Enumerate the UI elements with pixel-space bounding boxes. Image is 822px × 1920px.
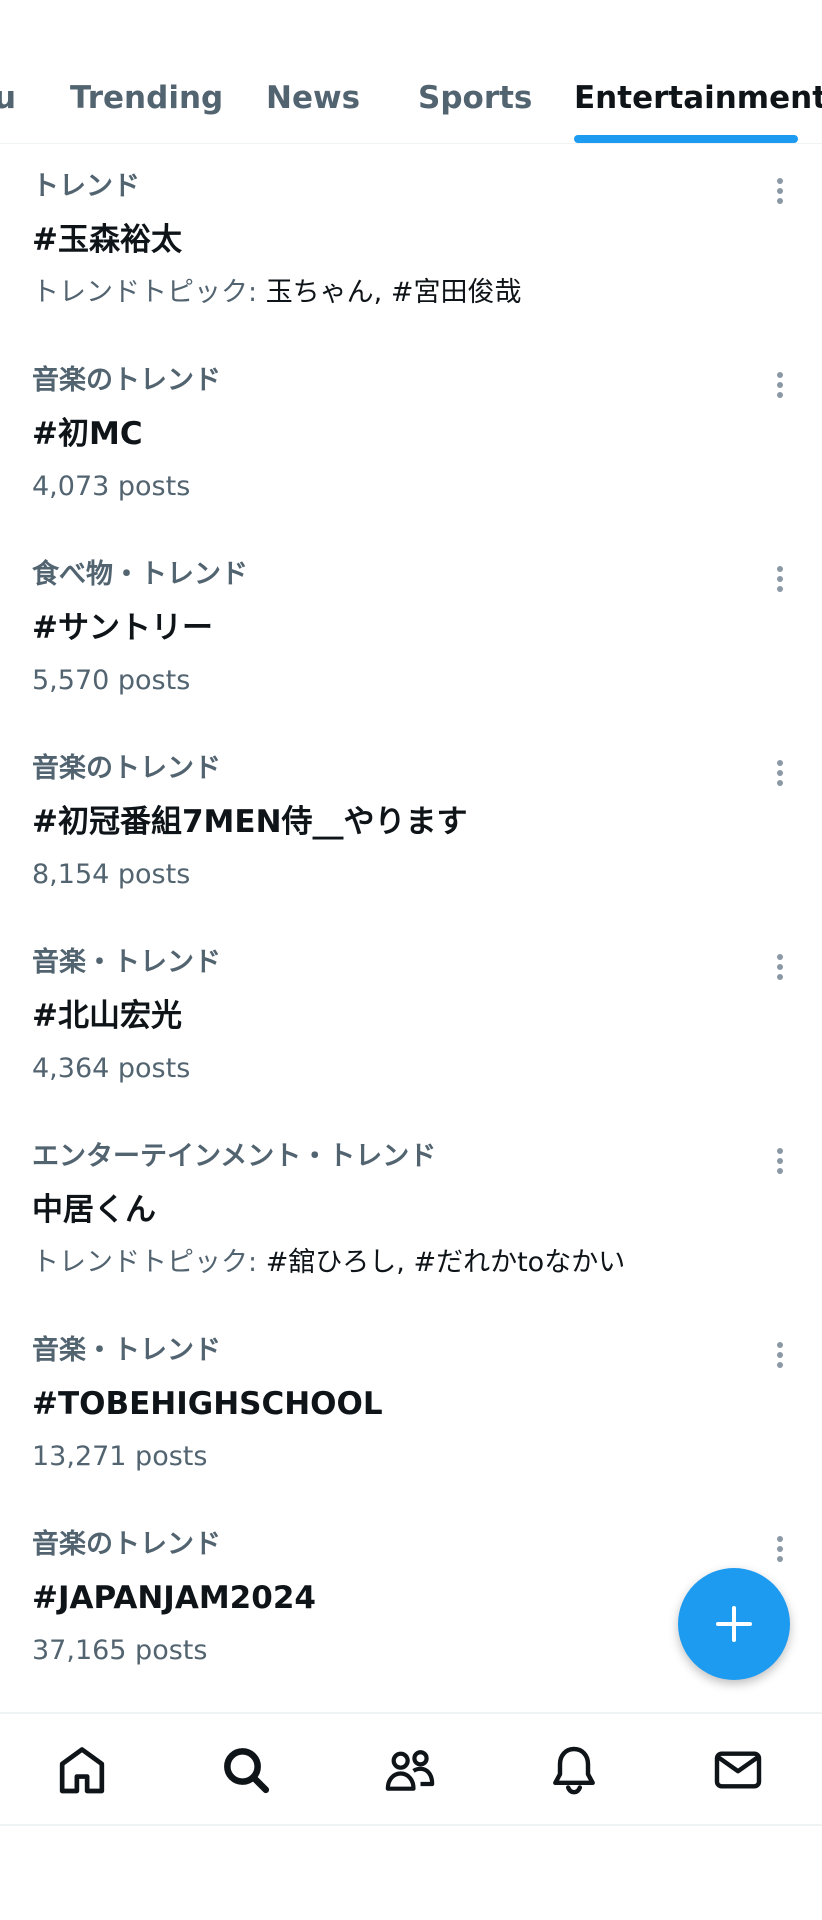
trend-context: エンターテインメント・トレンド	[32, 1141, 437, 1172]
trend-post-count: 13,271 posts	[32, 1441, 208, 1472]
trend-post-count: 8,154 posts	[32, 859, 191, 890]
communities-icon	[385, 1750, 435, 1791]
trend-item[interactable]: 食べ物・トレンド #サントリー 5,570 posts	[0, 558, 822, 708]
trend-context: 音楽のトレンド	[32, 365, 221, 396]
trend-context: トレンド	[32, 171, 140, 202]
trend-name: #サントリー	[32, 610, 213, 646]
trend-name: #玉森裕太	[32, 222, 182, 258]
trend-name: #北山宏光	[32, 998, 182, 1034]
trend-post-count: 5,570 posts	[32, 665, 191, 696]
trend-item[interactable]: 音楽のトレンド #初冠番組7MEN侍__やります 8,154 posts	[0, 752, 822, 902]
trend-post-count: 4,073 posts	[32, 471, 191, 502]
nav-explore[interactable]	[218, 1742, 274, 1798]
mail-icon	[714, 1751, 762, 1789]
active-tab-indicator	[574, 135, 798, 143]
trend-name: #初MC	[32, 416, 143, 452]
trend-meta: トレンドトピック: 玉ちゃん, #宮田俊哉	[32, 276, 521, 310]
trend-post-count: 4,364 posts	[32, 1053, 191, 1084]
nav-home[interactable]	[54, 1742, 110, 1798]
more-options-icon[interactable]	[770, 560, 790, 594]
trend-item[interactable]: 音楽・トレンド #TOBEHIGHSCHOOL 13,271 posts	[0, 1334, 822, 1484]
more-options-icon[interactable]	[770, 754, 790, 788]
trend-name: 中居くん	[32, 1192, 156, 1228]
tab-trending[interactable]: Trending	[70, 78, 223, 118]
bell-icon	[553, 1746, 595, 1795]
more-options-icon[interactable]	[770, 366, 790, 400]
search-icon	[224, 1748, 270, 1794]
bottom-navigation	[0, 1712, 822, 1826]
trend-context: 食べ物・トレンド	[32, 559, 248, 590]
nav-communities[interactable]	[382, 1742, 438, 1798]
trend-topics: 玉ちゃん, #宮田俊哉	[265, 277, 522, 308]
trend-topics-label: トレンドトピック:	[32, 1247, 266, 1278]
tab-partial[interactable]: u	[0, 78, 16, 118]
home-icon	[59, 1747, 105, 1794]
trend-item[interactable]: 音楽のトレンド #初MC 4,073 posts	[0, 364, 822, 514]
more-options-icon[interactable]	[770, 1142, 790, 1176]
trend-post-count: 37,165 posts	[32, 1635, 208, 1666]
trend-context: 音楽・トレンド	[32, 1335, 221, 1366]
tab-news[interactable]: News	[266, 78, 360, 118]
trend-item[interactable]: トレンド #玉森裕太 トレンドトピック: 玉ちゃん, #宮田俊哉	[0, 170, 822, 320]
tab-entertainment[interactable]: Entertainment	[574, 78, 822, 118]
more-options-icon[interactable]	[770, 172, 790, 206]
trend-topics-label: トレンドトピック:	[32, 277, 266, 308]
trend-context: 音楽のトレンド	[32, 753, 221, 784]
trend-name: #JAPANJAM2024	[32, 1580, 316, 1616]
compose-button[interactable]	[678, 1568, 790, 1680]
more-options-icon[interactable]	[770, 948, 790, 982]
trend-name: #初冠番組7MEN侍__やります	[32, 804, 468, 840]
nav-notifications[interactable]	[546, 1742, 602, 1798]
trend-meta: トレンドトピック: #舘ひろし, #だれかtoなかい	[32, 1246, 625, 1280]
nav-messages[interactable]	[710, 1742, 766, 1798]
trend-context: 音楽のトレンド	[32, 1529, 221, 1560]
tab-bar: u Trending News Sports Entertainment	[0, 0, 822, 144]
trend-item[interactable]: 音楽・トレンド #北山宏光 4,364 posts	[0, 946, 822, 1096]
trend-context: 音楽・トレンド	[32, 947, 221, 978]
more-options-icon[interactable]	[770, 1530, 790, 1564]
more-options-icon[interactable]	[770, 1336, 790, 1370]
trend-name: #TOBEHIGHSCHOOL	[32, 1386, 383, 1422]
tab-sports[interactable]: Sports	[418, 78, 532, 118]
trend-item[interactable]: エンターテインメント・トレンド 中居くん トレンドトピック: #舘ひろし, #だ…	[0, 1140, 822, 1290]
trend-topics: #舘ひろし, #だれかtoなかい	[265, 1247, 626, 1278]
